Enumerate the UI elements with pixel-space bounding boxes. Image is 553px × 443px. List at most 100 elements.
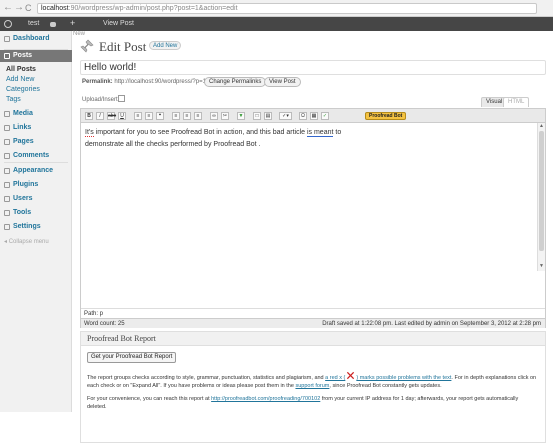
- submenu-add-new[interactable]: Add New: [6, 75, 34, 84]
- menu-users[interactable]: Users: [0, 193, 72, 205]
- flagged-phrase[interactable]: is meant: [306, 129, 334, 137]
- menu-settings[interactable]: Settings: [0, 221, 72, 233]
- submenu-tags[interactable]: Tags: [6, 95, 21, 104]
- bullet-list-button[interactable]: ≡: [134, 112, 142, 120]
- report-url-link[interactable]: http://proofreadbot.com/proofreading/700…: [211, 396, 320, 402]
- menu-comments[interactable]: Comments: [0, 150, 72, 162]
- flagged-word[interactable]: It's: [85, 129, 94, 137]
- editor-status-bar: Word count: 25 Draft saved at 1:22:08 pm…: [81, 318, 545, 328]
- comments-icon[interactable]: [50, 22, 56, 27]
- menu-appearance[interactable]: Appearance: [0, 165, 72, 177]
- red-x-icon: [347, 371, 355, 380]
- forward-icon[interactable]: →: [14, 3, 24, 13]
- submenu-categories[interactable]: Categories: [6, 85, 40, 94]
- underline-button[interactable]: U: [118, 112, 126, 120]
- change-permalinks-button[interactable]: Change Permalinks: [204, 77, 267, 87]
- menu-label: Settings: [13, 223, 41, 230]
- bold-button[interactable]: B: [85, 112, 93, 120]
- links-icon: [4, 125, 10, 131]
- users-icon: [4, 196, 10, 202]
- url-host: localhost: [41, 5, 69, 12]
- editor-path: Path: p: [81, 308, 545, 318]
- menu-links[interactable]: Links: [0, 122, 72, 134]
- plugins-icon: [4, 182, 10, 188]
- scroll-thumb[interactable]: [539, 131, 544, 251]
- menu-separator: [4, 162, 68, 163]
- post-title-input[interactable]: Hello world!: [80, 60, 546, 75]
- menu-pages[interactable]: Pages: [0, 136, 72, 148]
- help-tab[interactable]: New: [73, 31, 85, 37]
- collapse-menu-label: Collapse menu: [8, 239, 49, 245]
- menu-media[interactable]: Media: [0, 108, 72, 120]
- table-button[interactable]: ▦: [310, 112, 318, 120]
- text-run: important for you to see Proofread Bot i…: [93, 129, 307, 136]
- word-count: Word count: 25: [84, 321, 125, 327]
- editor-content[interactable]: It's important for you to see Proofread …: [85, 127, 525, 151]
- get-report-button[interactable]: Get your Proofread Bot Report: [87, 352, 177, 363]
- upload-insert-label: Upload/Insert: [82, 97, 118, 103]
- new-content-button[interactable]: +: [70, 18, 75, 28]
- scroll-up-icon[interactable]: ▲: [539, 123, 544, 129]
- proofread-report-box: Proofread Bot Report Get your Proofread …: [80, 331, 546, 443]
- spellcheck-dropdown[interactable]: ✓▾: [279, 112, 292, 120]
- support-forum-link[interactable]: support forum: [295, 383, 329, 389]
- menu-plugins[interactable]: Plugins: [0, 179, 72, 191]
- kitchen-sink-button[interactable]: ▤: [264, 112, 272, 120]
- unlink-button[interactable]: ✂: [221, 112, 229, 120]
- submenu-all-posts[interactable]: All Posts: [6, 65, 36, 74]
- appearance-icon: [4, 168, 10, 174]
- reload-icon[interactable]: C: [25, 3, 32, 13]
- text-run: The report groups checks according to st…: [87, 375, 326, 381]
- menu-label: Posts: [13, 52, 33, 59]
- view-post-link[interactable]: View Post: [103, 19, 134, 29]
- menu-label: Dashboard: [13, 35, 50, 42]
- tab-html[interactable]: HTML: [503, 97, 530, 107]
- pages-icon: [4, 139, 10, 145]
- proofread-bot-button[interactable]: Proofread Bot: [365, 112, 407, 120]
- add-new-button[interactable]: Add New: [149, 41, 182, 50]
- menu-posts[interactable]: Posts: [0, 50, 72, 62]
- url-path: :90/wordpress/wp-admin/post.php?post=1&a…: [68, 5, 238, 12]
- strikethrough-button[interactable]: abc: [107, 112, 116, 120]
- site-name-link[interactable]: test: [28, 19, 39, 29]
- view-post-button[interactable]: View Post: [264, 77, 301, 87]
- menu-label: Pages: [13, 138, 34, 145]
- report-description: The report groups checks according to st…: [87, 370, 539, 411]
- blockquote-button[interactable]: ❝: [156, 112, 164, 120]
- address-bar[interactable]: localhost:90/wordpress/wp-admin/post.php…: [37, 3, 537, 14]
- menu-label: Plugins: [13, 181, 39, 188]
- text-run: , since Proofread Bot constantly gets up…: [329, 383, 442, 389]
- menu-label: Comments: [13, 152, 50, 159]
- numbered-list-button[interactable]: ≡: [145, 112, 153, 120]
- pushpin-icon: [80, 39, 94, 53]
- special-char-button[interactable]: Ω: [299, 112, 307, 120]
- permalink-url[interactable]: http://localhost:90/wordpress/?p=1: [114, 79, 206, 85]
- scroll-down-icon[interactable]: ▼: [539, 263, 544, 269]
- italic-button[interactable]: I: [96, 112, 104, 120]
- insert-more-button[interactable]: ▼: [237, 112, 245, 120]
- align-right-button[interactable]: ≡: [194, 112, 202, 120]
- tools-icon: [4, 210, 10, 216]
- red-x-link[interactable]: a red x (: [325, 375, 345, 381]
- menu-dashboard[interactable]: Dashboard: [0, 33, 72, 45]
- insert-link-button[interactable]: ∞: [210, 112, 218, 120]
- back-icon[interactable]: ←: [3, 3, 13, 13]
- browser-toolbar: ← → C localhost:90/wordpress/wp-admin/po…: [0, 0, 553, 17]
- add-media-icon[interactable]: [118, 95, 125, 102]
- post-editor: B I abc U ≡ ≡ ❝ ≡ ≡ ≡ ∞ ✂ ▼ □ ▤ ✓▾ Ω ▦ ✓…: [80, 108, 546, 328]
- proofread-check-icon[interactable]: ✓: [321, 112, 329, 120]
- editor-scrollbar[interactable]: ▲ ▼: [537, 123, 545, 271]
- menu-label: Users: [13, 195, 33, 202]
- menu-tools[interactable]: Tools: [0, 207, 72, 219]
- main-content: New Edit Post Add New Hello world! Perma…: [73, 31, 553, 443]
- admin-bar: test + View Post: [0, 17, 553, 31]
- collapse-menu-button[interactable]: ◂ Collapse menu: [4, 238, 49, 245]
- align-left-button[interactable]: ≡: [172, 112, 180, 120]
- fullscreen-button[interactable]: □: [253, 112, 261, 120]
- wordpress-logo-icon[interactable]: [4, 20, 12, 28]
- paragraph-line: demonstrate all the checks performed by …: [85, 141, 261, 148]
- align-center-button[interactable]: ≡: [183, 112, 191, 120]
- problems-link[interactable]: ) marks possible problems with the text: [356, 375, 451, 381]
- menu-label: Tools: [13, 209, 32, 216]
- report-heading: Proofread Bot Report: [81, 332, 545, 346]
